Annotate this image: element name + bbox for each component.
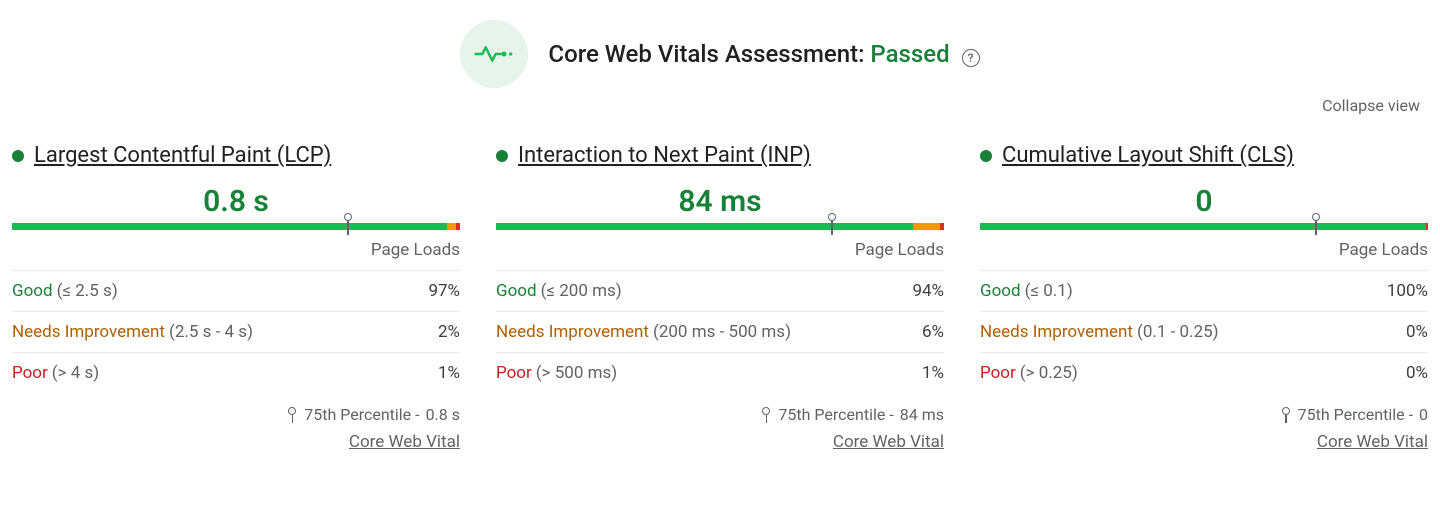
metric-value: 0 <box>980 184 1428 219</box>
dist-row-ni: Needs Improvement(2.5 s - 4 s) 2% <box>12 311 460 352</box>
good-threshold: (≤ 200 ms) <box>541 281 622 301</box>
good-threshold: (≤ 0.1) <box>1025 281 1073 301</box>
ni-threshold: (200 ms - 500 ms) <box>653 322 791 342</box>
core-web-vital-link[interactable]: Core Web Vital <box>1317 432 1428 452</box>
status-dot-icon <box>12 150 24 162</box>
assessment-title: Core Web Vitals Assessment: Passed ? <box>548 40 979 68</box>
dist-row-good: Good(≤ 0.1) 100% <box>980 270 1428 311</box>
ni-threshold: (0.1 - 0.25) <box>1137 322 1219 342</box>
ni-threshold: (2.5 s - 4 s) <box>169 322 253 342</box>
dist-row-poor: Poor(> 0.25) 0% <box>980 352 1428 393</box>
metric-title-row: Interaction to Next Paint (INP) <box>496 143 944 168</box>
poor-label: Poor <box>12 363 48 383</box>
good-pct: 100% <box>1387 281 1428 301</box>
poor-threshold: (> 0.25) <box>1020 363 1078 383</box>
bar-segment-poor <box>1426 223 1428 230</box>
ni-pct: 0% <box>1406 322 1428 342</box>
pin-icon <box>288 407 298 423</box>
bar-segment-ni <box>447 223 456 230</box>
dist-row-good: Good(≤ 2.5 s) 97% <box>12 270 460 311</box>
page-loads-label: Page Loads <box>496 240 944 260</box>
bar-segment-good <box>980 223 1426 230</box>
poor-label: Poor <box>980 363 1016 383</box>
good-label: Good <box>980 281 1021 301</box>
percentile-value: 0.8 s <box>426 405 460 424</box>
percentile-marker-icon <box>828 213 836 235</box>
vitals-icon <box>460 20 528 88</box>
footer-link-row: Core Web Vital <box>12 432 460 456</box>
distribution-bar <box>496 223 944 230</box>
percentile-prefix: 75th Percentile - <box>778 405 893 424</box>
pin-icon <box>1282 407 1292 423</box>
percentile-marker-icon <box>1312 213 1320 235</box>
metric-title-link[interactable]: Largest Contentful Paint (LCP) <box>34 143 331 168</box>
bar-segment-poor <box>940 223 944 230</box>
collapse-view-button[interactable]: Collapse view <box>1322 96 1420 115</box>
assessment-status: Passed <box>870 40 949 68</box>
metric-title-row: Largest Contentful Paint (LCP) <box>12 143 460 168</box>
bar-segment-poor <box>456 223 460 230</box>
metric-cls: Cumulative Layout Shift (CLS) 0 Page Loa… <box>980 143 1428 456</box>
percentile-row: 75th Percentile - 0 <box>980 393 1428 432</box>
ni-label: Needs Improvement <box>496 322 649 342</box>
metric-title-link[interactable]: Interaction to Next Paint (INP) <box>518 143 811 168</box>
bar-segment-good <box>496 223 913 230</box>
percentile-marker-icon <box>344 213 352 235</box>
ni-label: Needs Improvement <box>12 322 165 342</box>
dist-row-poor: Poor(> 4 s) 1% <box>12 352 460 393</box>
core-web-vital-link[interactable]: Core Web Vital <box>833 432 944 452</box>
ni-pct: 2% <box>438 322 460 342</box>
percentile-value: 84 ms <box>900 405 944 424</box>
bar-segment-ni <box>913 223 940 230</box>
poor-threshold: (> 500 ms) <box>536 363 617 383</box>
metric-title-row: Cumulative Layout Shift (CLS) <box>980 143 1428 168</box>
percentile-prefix: 75th Percentile - <box>1298 405 1413 424</box>
help-icon[interactable]: ? <box>962 49 980 67</box>
good-threshold: (≤ 2.5 s) <box>57 281 118 301</box>
dist-row-ni: Needs Improvement(200 ms - 500 ms) 6% <box>496 311 944 352</box>
ni-pct: 6% <box>922 322 944 342</box>
dist-row-good: Good(≤ 200 ms) 94% <box>496 270 944 311</box>
status-dot-icon <box>496 150 508 162</box>
distribution-bar <box>12 223 460 230</box>
dist-row-poor: Poor(> 500 ms) 1% <box>496 352 944 393</box>
good-pct: 94% <box>912 281 944 301</box>
poor-pct: 1% <box>438 363 460 383</box>
pin-icon <box>762 407 772 423</box>
poor-pct: 0% <box>1406 363 1428 383</box>
metrics-grid: Largest Contentful Paint (LCP) 0.8 s Pag… <box>12 143 1428 456</box>
percentile-value: 0 <box>1419 405 1428 424</box>
distribution-bar <box>980 223 1428 230</box>
core-web-vital-link[interactable]: Core Web Vital <box>349 432 460 452</box>
status-dot-icon <box>980 150 992 162</box>
metric-value: 84 ms <box>496 184 944 219</box>
metric-lcp: Largest Contentful Paint (LCP) 0.8 s Pag… <box>12 143 460 456</box>
good-label: Good <box>496 281 537 301</box>
metric-value: 0.8 s <box>12 184 460 219</box>
footer-link-row: Core Web Vital <box>496 432 944 456</box>
percentile-prefix: 75th Percentile - <box>304 405 419 424</box>
good-label: Good <box>12 281 53 301</box>
percentile-row: 75th Percentile - 84 ms <box>496 393 944 432</box>
poor-pct: 1% <box>922 363 944 383</box>
footer-link-row: Core Web Vital <box>980 432 1428 456</box>
bar-segment-good <box>12 223 447 230</box>
good-pct: 97% <box>428 281 460 301</box>
assessment-header: Core Web Vitals Assessment: Passed ? <box>12 20 1428 88</box>
percentile-row: 75th Percentile - 0.8 s <box>12 393 460 432</box>
assessment-title-prefix: Core Web Vitals Assessment: <box>548 40 870 68</box>
collapse-row: Collapse view <box>12 96 1428 115</box>
poor-threshold: (> 4 s) <box>52 363 99 383</box>
metric-title-link[interactable]: Cumulative Layout Shift (CLS) <box>1002 143 1294 168</box>
ni-label: Needs Improvement <box>980 322 1133 342</box>
page-loads-label: Page Loads <box>980 240 1428 260</box>
metric-inp: Interaction to Next Paint (INP) 84 ms Pa… <box>496 143 944 456</box>
dist-row-ni: Needs Improvement(0.1 - 0.25) 0% <box>980 311 1428 352</box>
page-loads-label: Page Loads <box>12 240 460 260</box>
poor-label: Poor <box>496 363 532 383</box>
